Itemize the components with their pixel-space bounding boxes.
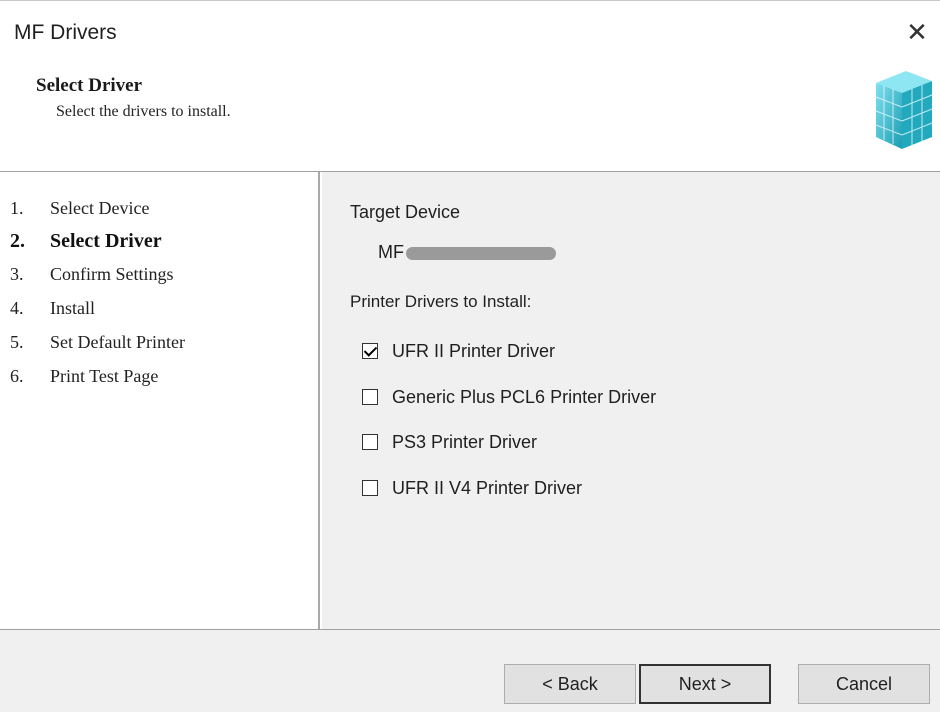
- window-title: MF Drivers: [14, 21, 117, 44]
- step-confirm-settings: 3. Confirm Settings: [10, 264, 174, 284]
- drivers-label: Printer Drivers to Install:: [350, 292, 532, 311]
- step-install: 4. Install: [10, 298, 95, 318]
- driver-option-ufr2[interactable]: UFR II Printer Driver: [362, 338, 555, 364]
- target-device-name: MF: [378, 242, 556, 263]
- driver-option-ufr2-v4[interactable]: UFR II V4 Printer Driver: [362, 475, 582, 501]
- checkbox[interactable]: [362, 389, 378, 405]
- next-button[interactable]: Next >: [639, 664, 771, 704]
- button-bar: < Back Next > Cancel: [0, 629, 940, 712]
- steps-list: 1. Select Device 2. Select Driver 3. Confir…: [0, 172, 320, 629]
- page-title: Select Driver: [36, 75, 143, 96]
- back-button[interactable]: < Back: [504, 664, 636, 704]
- installer-window: MF Drivers ✕ Select Driver Select the dr…: [0, 0, 940, 712]
- wizard-header: Select Driver Select the drivers to inst…: [0, 63, 940, 172]
- driver-option-generic-plus-pcl6[interactable]: Generic Plus PCL6 Printer Driver: [362, 384, 656, 410]
- driver-option-ps3[interactable]: PS3 Printer Driver: [362, 429, 537, 455]
- step-select-driver: 2. Select Driver: [10, 230, 162, 252]
- checkbox-checked[interactable]: [362, 343, 378, 359]
- close-button[interactable]: ✕: [894, 9, 940, 55]
- title-bar: MF Drivers ✕: [0, 1, 940, 63]
- step-set-default-printer: 5. Set Default Printer: [10, 332, 185, 352]
- checkbox[interactable]: [362, 480, 378, 496]
- content-panel: Target Device MF Printer Drivers to Inst…: [322, 172, 940, 629]
- cancel-button[interactable]: Cancel: [798, 664, 930, 704]
- step-select-device: 1. Select Device: [10, 198, 150, 218]
- target-device-label: Target Device: [350, 202, 461, 222]
- redacted-device-name: [406, 246, 556, 260]
- close-icon: ✕: [906, 16, 928, 47]
- checkbox[interactable]: [362, 434, 378, 450]
- page-subtitle: Select the drivers to install.: [56, 103, 231, 120]
- cube-icon: [875, 71, 933, 149]
- step-print-test-page: 6. Print Test Page: [10, 366, 159, 386]
